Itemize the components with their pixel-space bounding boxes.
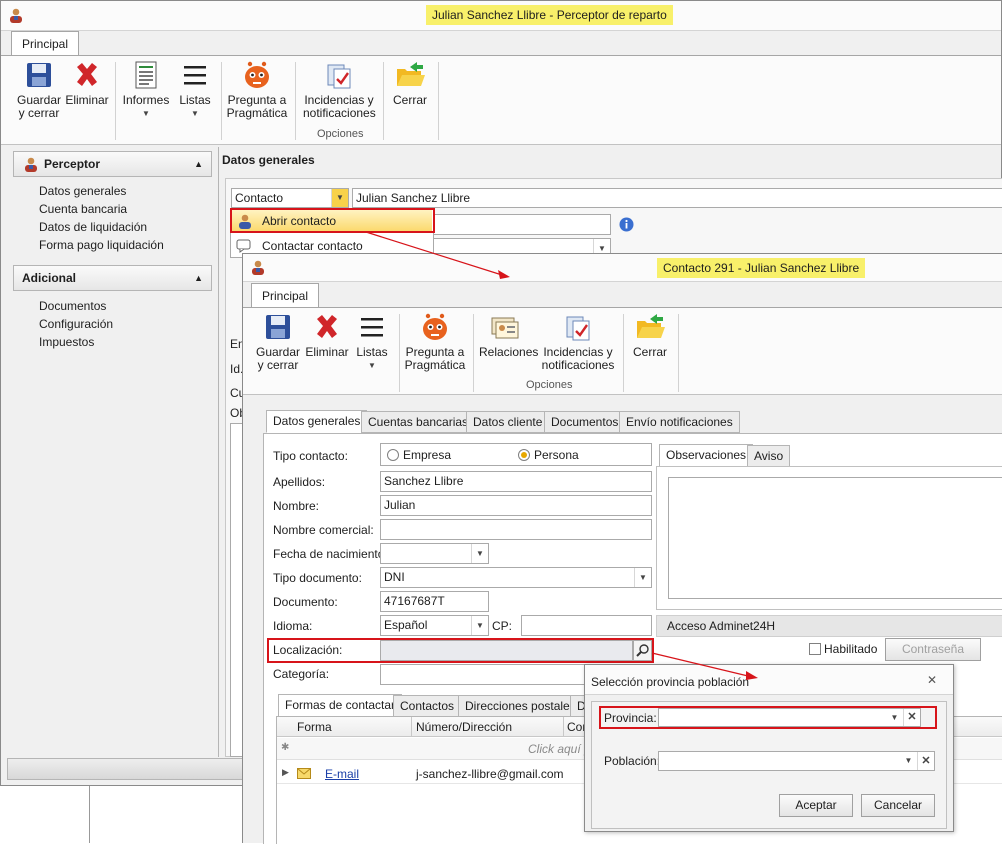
arrow-head [746, 671, 758, 680]
arrow-to-dialog [651, 652, 749, 677]
arrow-to-contact-window [365, 231, 503, 276]
annotation-arrows [365, 231, 758, 680]
arrow-head [498, 270, 510, 279]
